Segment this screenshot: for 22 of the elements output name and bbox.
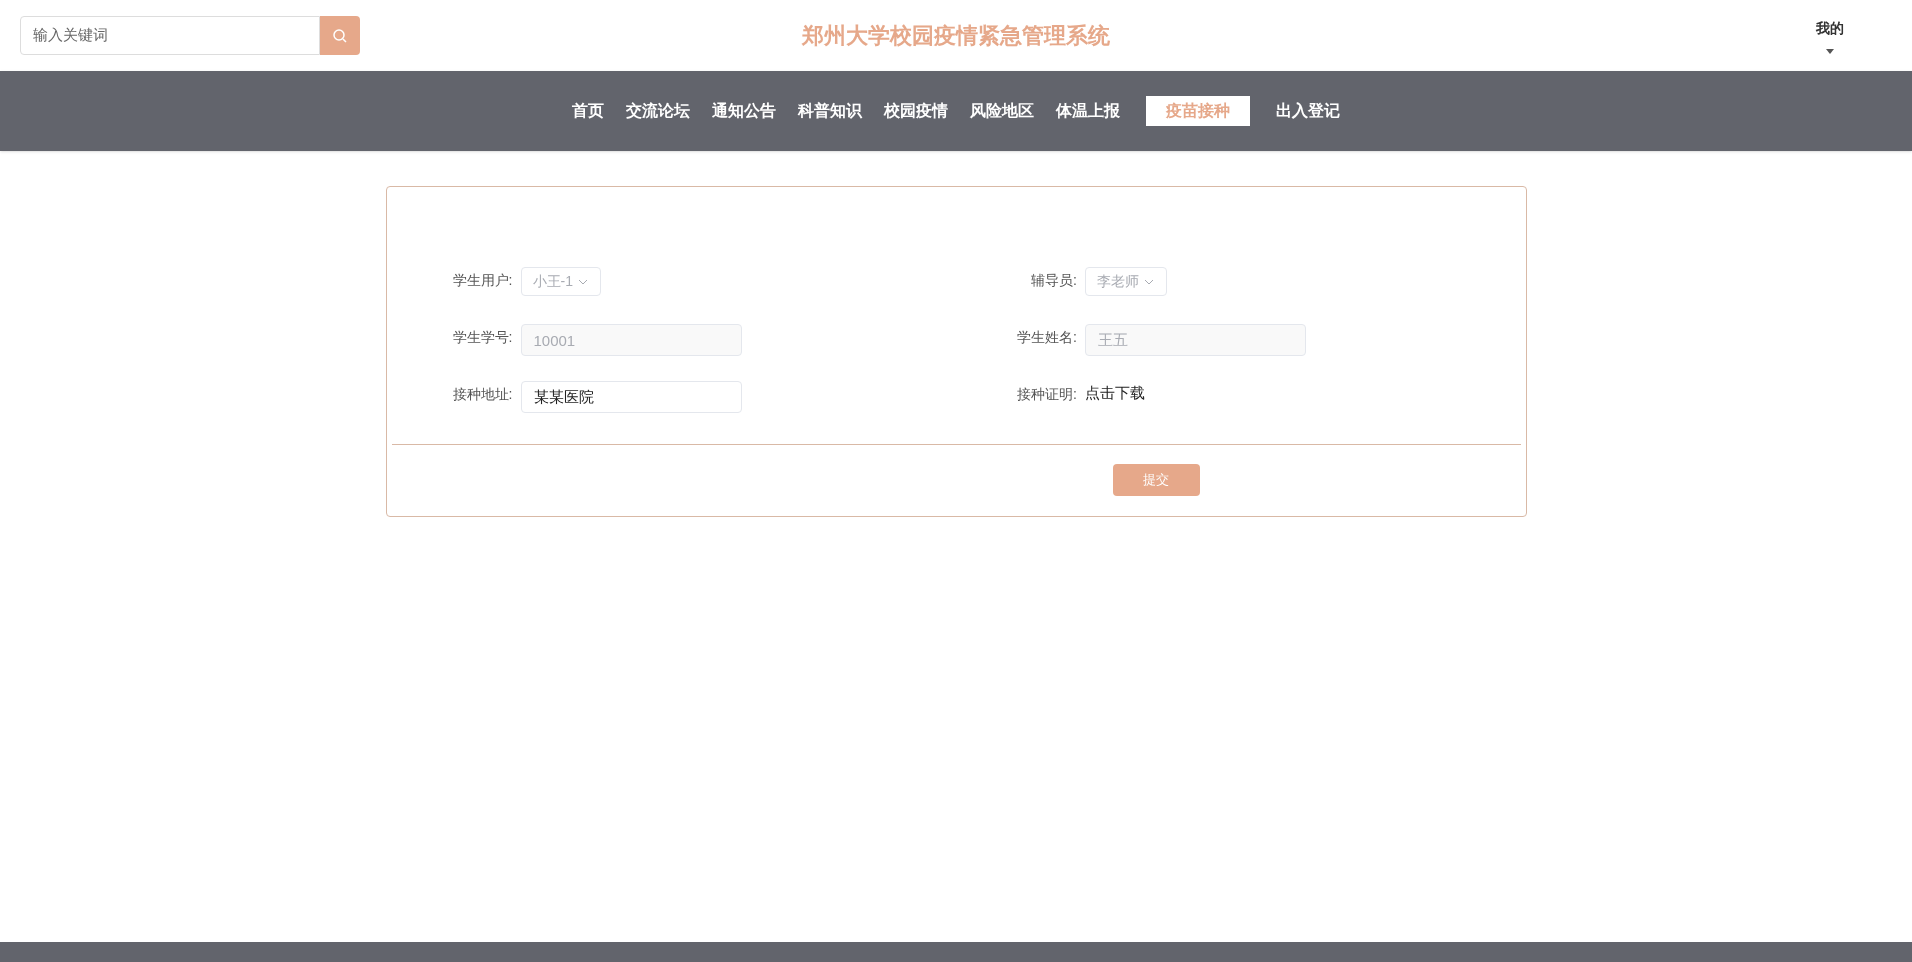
input-field[interactable]: 某某医院 bbox=[520, 381, 742, 413]
search-field[interactable]: 输入关键词 bbox=[20, 16, 320, 55]
field-label: 学生姓名: bbox=[1016, 328, 1078, 347]
nav-tab[interactable]: 出入登记 bbox=[1274, 96, 1342, 126]
nav-tab[interactable]: 科普知识 bbox=[796, 96, 864, 126]
nav-tab[interactable]: 首页 bbox=[570, 96, 606, 126]
caret-icon bbox=[1826, 48, 1834, 54]
nav-tab[interactable]: 风险地区 bbox=[968, 96, 1036, 126]
field-label: 学生学号: bbox=[451, 328, 514, 347]
nav-tab[interactable]: 校园疫情 bbox=[882, 96, 950, 126]
search-button[interactable] bbox=[320, 16, 360, 55]
field-label: 接种地址: bbox=[451, 385, 514, 404]
nav-tab[interactable]: 通知公告 bbox=[710, 96, 778, 126]
search-icon bbox=[332, 27, 348, 44]
field-label: 学生用户: bbox=[451, 271, 514, 290]
nav-tab[interactable]: 体温上报 bbox=[1054, 96, 1122, 126]
download-link[interactable]: 点击下载 bbox=[1085, 384, 1145, 401]
field-label: 接种证明: bbox=[1016, 385, 1078, 404]
field-label: 辅导员: bbox=[1030, 271, 1078, 290]
user-menu[interactable]: 我的 bbox=[1816, 17, 1844, 54]
nav-tab[interactable]: 交流论坛 bbox=[624, 96, 692, 126]
site-title: 郑州大学校园疫情紧急管理系统 bbox=[802, 22, 1110, 50]
